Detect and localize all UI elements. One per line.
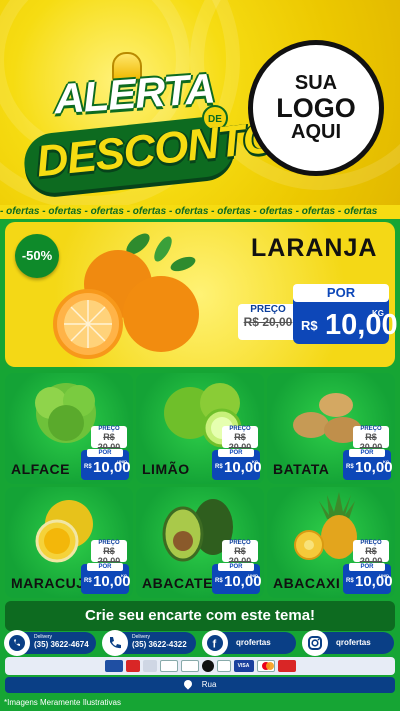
contact-number: (35) 3622-4674 [34,640,89,649]
new-price-label: POR [349,449,385,457]
pix-icon [159,660,178,672]
new-price-box: POR R$ 10,00 KG [343,449,393,480]
contact-instagram[interactable]: qrofertas [302,630,394,656]
facebook-icon: f [202,630,228,656]
contact-number: (35) 3622-4322 [132,640,187,649]
product-card: ABACAXI PREÇO R$ 20,00 POR R$ 10,00 UNID [267,487,395,598]
strip-word: - ofertas [211,206,254,217]
payment-card-icon [216,660,231,672]
new-price-label: POR [87,449,123,457]
product-card: ABACATE PREÇO R$ 20,00 POR R$ 10,00 UNID [136,487,264,598]
strip-word: - ofertas [126,206,169,217]
payment-card-icon [142,660,157,672]
new-price-value: 10,00 [325,309,398,341]
product-name: ABACAXI [273,575,341,591]
svg-text:f: f [213,639,217,651]
payment-card-icon [125,660,140,672]
location-pin-icon [181,678,194,690]
product-name: ALFACE [11,461,70,477]
new-price-box: POR R$ 10,00 UNID [212,563,262,594]
old-price-box: PREÇO R$ 20,00 [353,540,389,566]
product-card: ALFACE PREÇO R$ 20,00 POR R$ 10,00 UNID [5,373,133,484]
strip-word: - ofertas [253,206,296,217]
product-card: LIMÃO PREÇO R$ 20,00 POR R$ 10,00 KG [136,373,264,484]
currency-label: R$ [84,464,92,470]
strip-word: - ofertas [84,206,127,217]
contact-facebook[interactable]: f qrofertas [202,630,296,656]
store-logo-placeholder: SUA LOGO AQUI [248,40,384,176]
old-price-box: PREÇO R$ 20,00 [91,426,127,452]
currency-label: R$ [346,578,354,584]
old-price-box: PREÇO R$ 20,00 [353,426,389,452]
mastercard-icon [256,660,275,672]
old-price-box: PREÇO R$ 20,00 [222,540,258,566]
new-price-label: POR [349,563,385,571]
currency-label: R$ [215,578,223,584]
old-price-value: R$ 20,00 [243,315,293,329]
strip-word: - ofertas [295,206,338,217]
featured-product-name: LARANJA [251,234,378,262]
unit-label: KG [121,573,127,578]
contact-whatsapp[interactable]: Delivery (35) 3622-4674 [4,630,96,656]
logo-text-line: SUA [294,71,338,94]
address-text: Rua [201,680,217,689]
old-price-box: PREÇO R$ 20,00 [222,426,258,452]
payment-card-icon [277,660,296,672]
title-alerta: ALERTA [52,64,216,123]
strip-word: - ofertas [337,206,378,217]
unit-label: KG [252,459,258,464]
product-name: LIMÃO [142,461,190,477]
logo-text-line: AQUI [291,121,341,144]
whatsapp-icon [4,630,30,656]
strip-word: - ofertas [168,206,212,217]
contact-phone[interactable]: Delivery (35) 3622-4322 [102,630,196,656]
new-price-box: POR R$ 10,00 KG [212,449,262,480]
strip-word: - ofertas [42,206,85,217]
unit-label: KG [383,459,389,464]
old-price-box: PREÇO R$ 20,00 [238,304,298,340]
payment-card-icon [180,660,199,672]
visa-icon: VISA [233,660,254,672]
product-name: ABACATE [142,575,213,591]
new-price-label: POR [293,284,389,302]
product-name: BATATA [273,461,330,477]
currency-label: R$ [346,464,354,470]
unit-label: UNID [248,573,258,578]
currency-label: R$ [301,318,318,333]
alerta-desconto-logo: ALERTA DE DESCONTO [14,30,278,196]
instagram-icon [302,630,328,656]
strip-word: - ofertas [0,206,43,217]
currency-label: R$ [84,578,92,584]
unit-label: KG [372,309,384,318]
phone-icon [102,630,128,656]
new-price-box: POR R$ 10,00 KG [81,563,131,594]
new-price-label: POR [218,563,254,571]
contact-handle: qrofertas [336,638,371,647]
footnote: *Imagens Meramente Ilustrativas [4,698,121,707]
new-price-box: POR R$ 10,00 KG [293,284,398,344]
cta-banner[interactable]: Crie seu encarte com este tema! [5,601,395,631]
old-price-label: PREÇO [250,304,286,315]
address-bar: Rua [5,677,395,693]
new-price-label: POR [218,449,254,457]
unit-label: UNID [117,459,127,464]
new-price-label: POR [87,563,123,571]
elo-icon [201,660,214,672]
new-price-box: POR R$ 10,00 UNID [343,563,393,594]
orange-icon [53,233,199,359]
logo-text-line: LOGO [276,92,356,123]
old-price-box: PREÇO R$ 20,00 [91,540,127,566]
header-banner: ALERTA DE DESCONTO SUA LOGO AQUI [0,0,400,205]
product-card: MARACUJÁ PREÇO R$ 20,00 POR R$ 10,00 KG [5,487,133,598]
payment-card-icon [104,660,123,672]
payment-methods: VISA [5,657,395,675]
currency-label: R$ [215,464,223,470]
product-card: BATATA PREÇO R$ 20,00 POR R$ 10,00 KG [267,373,395,484]
ofertas-strip: - ofertas - ofertas - ofertas - ofertas … [0,205,400,219]
contact-handle: qrofertas [236,638,271,647]
unit-label: UNID [379,573,389,578]
new-price-box: POR R$ 10,00 UNID [81,449,131,480]
featured-product-card: -50% LARANJA PREÇO R$ 20,00 POR R$ 10,00… [5,222,398,367]
